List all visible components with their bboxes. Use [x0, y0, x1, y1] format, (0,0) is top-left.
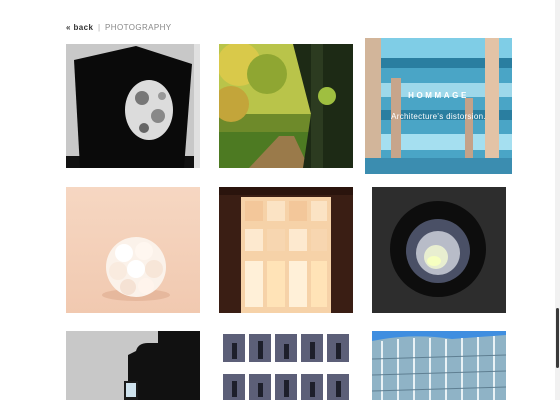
dark-lantern-photo: [66, 44, 200, 168]
gallery-item-blurred-light[interactable]: [372, 187, 506, 313]
forest-path-photo: [219, 44, 353, 168]
scrollbar-thumb[interactable]: [556, 308, 559, 368]
breadcrumb-section: PHOTOGRAPHY: [105, 23, 172, 32]
glowing-window-photo: [219, 187, 353, 313]
gallery-item-glass-tower[interactable]: [372, 331, 506, 400]
gallery-item-dark-lantern[interactable]: [66, 44, 200, 168]
breadcrumb-separator: |: [97, 23, 101, 32]
overlay-title: HOMMAGE: [408, 91, 469, 100]
contact-sheet-photo: [219, 331, 353, 400]
gallery-item-glowing-window[interactable]: [219, 187, 353, 313]
gallery-item-contact-sheet[interactable]: [219, 331, 353, 400]
gallery-item-forest-path[interactable]: [219, 44, 353, 168]
back-link[interactable]: « back: [66, 23, 93, 32]
breadcrumb: « back | PHOTOGRAPHY: [66, 23, 172, 32]
silhouette-building-photo: [66, 331, 200, 400]
hover-overlay: HOMMAGE Architecture's distorsion.: [365, 38, 512, 174]
glass-tower-photo: [372, 331, 506, 400]
gallery-item-silhouette-building[interactable]: [66, 331, 200, 400]
scrollbar[interactable]: [555, 0, 560, 400]
white-spheres-photo: [66, 187, 200, 313]
gallery-item-hommage[interactable]: HOMMAGE Architecture's distorsion.: [365, 38, 512, 174]
gallery-item-white-spheres[interactable]: [66, 187, 200, 313]
overlay-subtitle: Architecture's distorsion.: [391, 112, 486, 121]
blurred-light-photo: [372, 187, 506, 313]
